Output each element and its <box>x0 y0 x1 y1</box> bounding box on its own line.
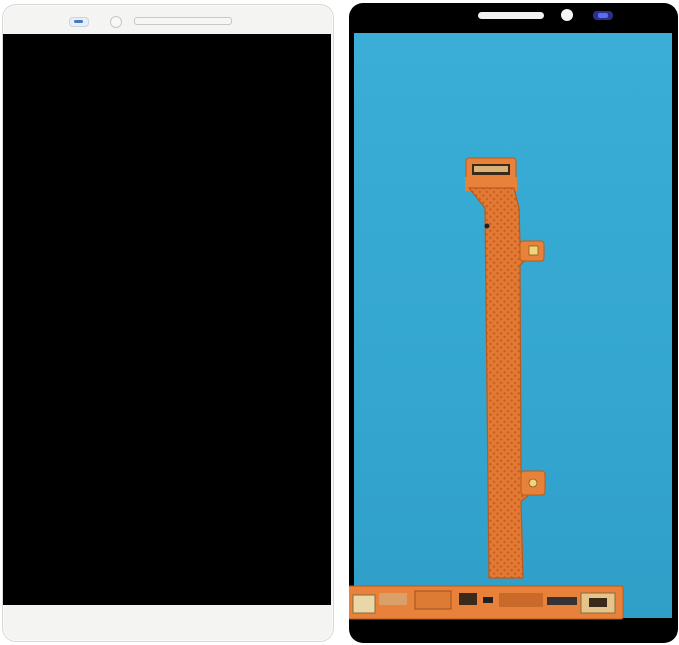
flex-top-connector <box>465 157 517 191</box>
earpiece-speaker-slot <box>134 17 232 25</box>
back-panel-lcd <box>349 3 678 643</box>
proximity-sensor <box>69 17 89 27</box>
front-panel-white <box>2 4 334 642</box>
flex-bottom-board <box>349 585 624 620</box>
front-camera-hole <box>110 16 122 28</box>
display-screen <box>3 34 331 605</box>
flex-marker-dot <box>484 223 490 229</box>
flex-side-tab-upper <box>519 240 545 262</box>
flex-side-tab-lower <box>520 470 546 496</box>
flex-cable <box>349 157 624 620</box>
